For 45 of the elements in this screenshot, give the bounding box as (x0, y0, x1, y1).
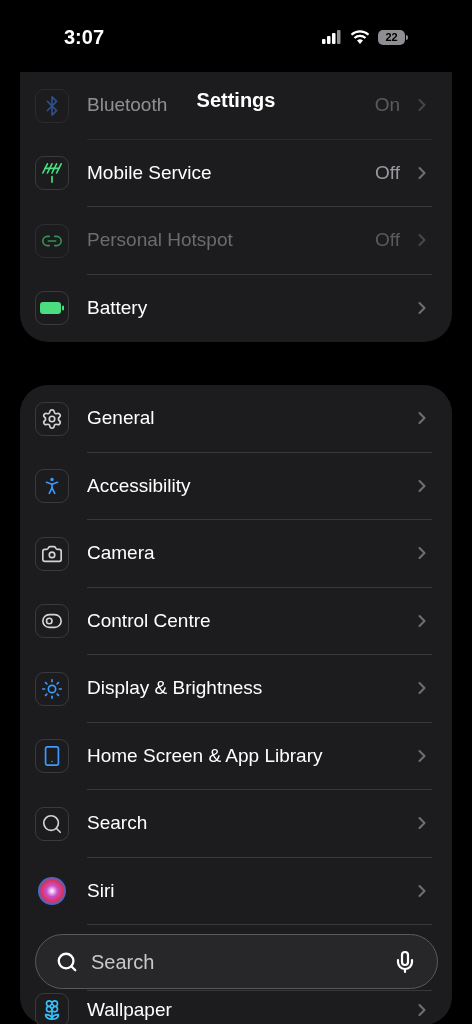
row-label: General (87, 406, 155, 430)
page-title: Settings (196, 88, 276, 113)
settings-row[interactable]: Accessibility (20, 452, 452, 520)
row-label: Bluetooth (87, 93, 168, 117)
row-value: Off (375, 228, 400, 252)
settings-row[interactable]: Home Screen & App Library (20, 722, 452, 790)
status-time: 3:07 (64, 25, 106, 50)
settings-row[interactable]: Wallpaper (20, 991, 452, 1024)
row-label: Personal Hotspot (87, 228, 233, 252)
signal-icon (322, 30, 342, 44)
wifi-icon (350, 29, 370, 45)
search-bar[interactable]: Search (35, 934, 438, 989)
settings-row[interactable]: Control Centre (20, 587, 452, 655)
camera-icon (35, 536, 69, 571)
row-label: Search (87, 811, 148, 835)
settings-row[interactable]: Siri (20, 857, 452, 925)
bluetooth-icon (35, 88, 69, 123)
settings-row[interactable]: Mobile Service Off (20, 139, 452, 207)
settings-row[interactable]: Camera (20, 520, 452, 588)
antenna-icon (35, 156, 69, 191)
search-icon (56, 950, 78, 973)
sun-icon (35, 671, 69, 706)
row-label: Control Centre (87, 608, 211, 633)
row-label: Wallpaper (87, 997, 172, 1022)
row-label: Siri (87, 878, 115, 903)
row-label: Mobile Service (87, 160, 212, 185)
battery-icon (35, 291, 69, 326)
settings-row[interactable]: Display & Brightness (20, 655, 452, 723)
row-label: Battery (87, 296, 148, 320)
row-label: Display & Brightness (87, 676, 263, 700)
phone-icon (35, 739, 69, 774)
settings-row[interactable]: General (20, 385, 452, 453)
settings-row[interactable]: Search (20, 790, 452, 858)
link-icon (35, 223, 69, 258)
settings-row[interactable]: Battery (20, 274, 452, 342)
row-label: Accessibility (87, 473, 191, 498)
accessibility-icon (35, 469, 69, 504)
search-input[interactable]: Search (91, 946, 393, 977)
toggle-icon (35, 604, 69, 639)
row-label: Camera (87, 541, 155, 565)
row-value: Off (375, 160, 400, 185)
search-icon (35, 806, 69, 841)
row-value: On (374, 93, 400, 117)
row-label: Home Screen & App Library (87, 743, 323, 768)
gear-icon (35, 401, 69, 436)
